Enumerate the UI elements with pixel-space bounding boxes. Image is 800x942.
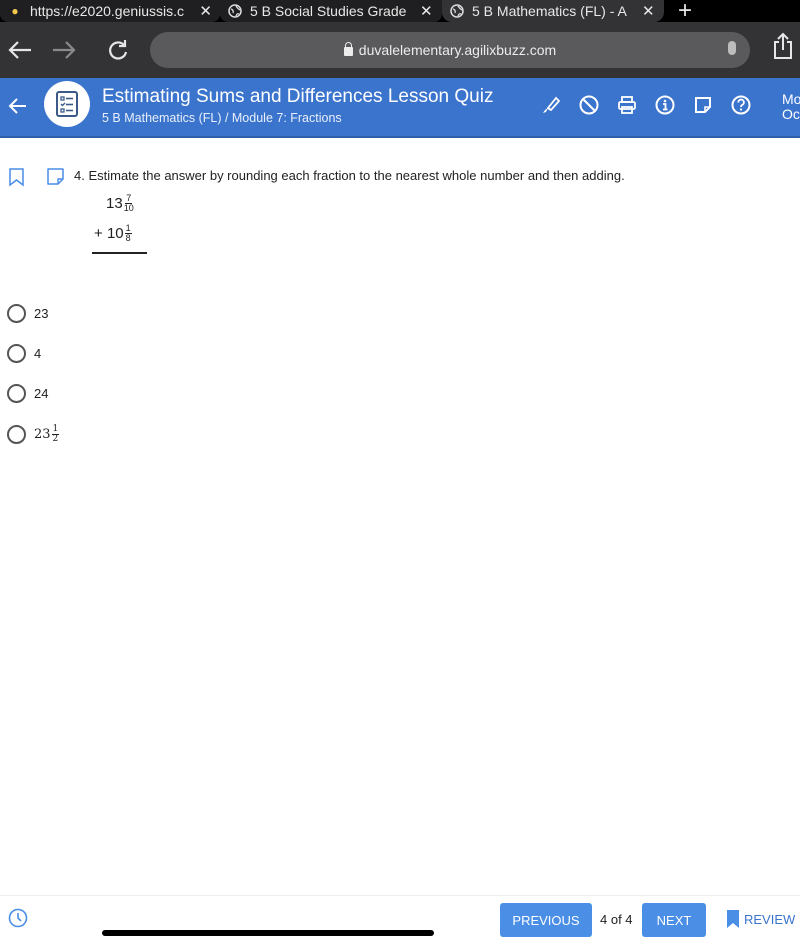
app-header: Estimating Sums and Differences Lesson Q… [0, 78, 800, 138]
browser-tab-strip: ● https://e2020.geniussis.c ✕ 5 B Social… [0, 0, 800, 24]
highlighter-icon [543, 96, 561, 113]
bookmark-icon [9, 168, 24, 187]
question-actions [8, 167, 66, 192]
share-button[interactable] [772, 32, 794, 65]
answer-option[interactable]: 24 [7, 382, 48, 404]
home-indicator [102, 930, 434, 936]
option-label: 4 [34, 345, 42, 361]
quiz-logo [44, 81, 90, 127]
help-button[interactable] [730, 94, 752, 116]
block-button[interactable] [578, 94, 600, 116]
sum-line [92, 252, 147, 254]
denominator: 10 [123, 203, 134, 213]
reload-button[interactable] [98, 30, 138, 70]
plus-sign: + [94, 225, 107, 242]
arrow-right-icon [53, 41, 76, 59]
bookmark-icon [727, 910, 739, 928]
radio-button[interactable] [7, 303, 26, 323]
denominator: 8 [125, 233, 131, 243]
arrow-left-icon [8, 41, 31, 59]
answer-option[interactable]: 23 1 2 [7, 423, 60, 445]
fraction: 1 2 [51, 423, 60, 444]
date-text: Oc [782, 106, 800, 122]
new-tab-button[interactable]: + [664, 0, 706, 24]
addend-2: + 10 1 8 [94, 224, 132, 243]
info-icon [655, 95, 675, 115]
close-tab-icon[interactable]: ✕ [199, 2, 212, 20]
whole-number: 23 [34, 426, 51, 442]
sticky-note-icon [47, 168, 64, 185]
next-button[interactable]: NEXT [642, 903, 706, 937]
close-tab-icon[interactable]: ✕ [420, 2, 433, 20]
numerator: 1 [51, 423, 60, 435]
browser-tab-2[interactable]: 5 B Social Studies Grade ✕ [220, 0, 442, 22]
addend-1: 13 7 10 [106, 194, 134, 213]
quiz-toolbar [540, 94, 752, 116]
info-button[interactable] [654, 94, 676, 116]
block-icon [579, 95, 599, 115]
forward-button[interactable] [44, 30, 84, 70]
timer-button[interactable] [8, 908, 28, 933]
print-button[interactable] [616, 94, 638, 116]
tab-title: https://e2020.geniussis.c [29, 3, 185, 19]
app-back-button[interactable] [4, 92, 32, 120]
browser-toolbar: duvalelementary.agilixbuzz.com [0, 22, 800, 78]
microphone-icon[interactable] [728, 41, 736, 55]
page-title: Estimating Sums and Differences Lesson Q… [102, 86, 494, 107]
quiz-footer: PREVIOUS 4 of 4 NEXT REVIEW [0, 895, 800, 942]
help-icon [731, 95, 751, 115]
option-label: 23 1 2 [34, 423, 60, 444]
tab-title: 5 B Social Studies Grade [250, 3, 407, 19]
fraction: 1 8 [124, 224, 132, 243]
previous-button[interactable]: PREVIOUS [500, 903, 592, 937]
tab-title: 5 B Mathematics (FL) - A [472, 3, 627, 19]
share-icon [774, 32, 792, 59]
radio-button[interactable] [7, 424, 26, 444]
back-button[interactable] [0, 30, 40, 70]
whole-number: 13 [106, 195, 123, 212]
user-menu-truncated[interactable]: Mo Oc [782, 92, 800, 122]
note-button[interactable] [46, 167, 66, 192]
sticky-note-icon [695, 97, 711, 113]
globe-icon [228, 4, 242, 18]
sticky-note-button[interactable] [692, 94, 714, 116]
option-label: 23 [34, 305, 49, 321]
clock-icon [8, 908, 28, 928]
print-icon [618, 96, 636, 114]
globe-icon [450, 4, 464, 18]
review-button[interactable]: REVIEW [726, 909, 795, 929]
browser-tab-1[interactable]: ● https://e2020.geniussis.c ✕ [0, 0, 220, 22]
highlighter-button[interactable] [540, 94, 562, 116]
option-label: 24 [34, 385, 49, 401]
checklist-icon [56, 91, 78, 117]
review-label: REVIEW [744, 911, 796, 927]
bookmark-button[interactable] [8, 167, 26, 192]
question-text: 4. Estimate the answer by rounding each … [74, 168, 625, 183]
arrow-left-icon [8, 98, 26, 114]
browser-tab-3[interactable]: 5 B Mathematics (FL) - A ✕ [442, 0, 664, 22]
page-indicator: 4 of 4 [600, 912, 633, 927]
url-text: duvalelementary.agilixbuzz.com [358, 42, 557, 58]
lightbulb-icon: ● [11, 4, 19, 18]
answer-option[interactable]: 4 [7, 342, 41, 364]
whole-number: 10 [106, 225, 124, 242]
address-bar[interactable]: duvalelementary.agilixbuzz.com [150, 32, 750, 68]
radio-button[interactable] [7, 383, 26, 403]
answer-option[interactable]: 23 [7, 302, 48, 324]
user-name-text: Mo [782, 91, 800, 107]
breadcrumb[interactable]: 5 B Mathematics (FL) / Module 7: Fractio… [102, 111, 342, 125]
lock-icon [343, 41, 353, 56]
reload-icon [109, 40, 128, 60]
radio-button[interactable] [7, 343, 26, 363]
close-tab-icon[interactable]: ✕ [642, 2, 655, 20]
fraction: 7 10 [124, 194, 134, 213]
denominator: 2 [52, 433, 59, 444]
